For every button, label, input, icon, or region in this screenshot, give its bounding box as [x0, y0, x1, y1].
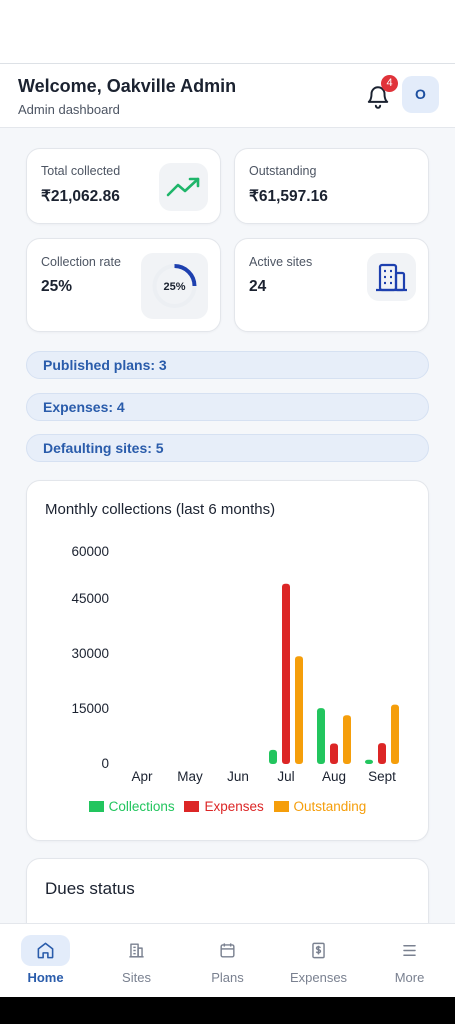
legend-label: Collections [108, 799, 175, 814]
active-sites-value: 24 [249, 278, 267, 295]
building-icon [129, 943, 144, 958]
outstanding-card: Outstanding ₹61,597.16 [234, 148, 429, 224]
x-tick-label: Apr [131, 769, 153, 784]
x-tick-label: Jul [277, 769, 295, 784]
nav-item-more[interactable]: More [364, 924, 455, 998]
calendar-icon [220, 943, 235, 958]
nav-sites-icon-wrap [112, 935, 161, 966]
collection-rate-label: Collection rate [41, 255, 121, 269]
total-collected-card: Total collected ₹21,062.86 [26, 148, 221, 224]
bar-outstanding-aug[interactable] [343, 715, 351, 764]
nav-label: Expenses [289, 970, 348, 985]
legend-label: Outstanding [293, 799, 367, 814]
notification-badge: 4 [381, 75, 398, 92]
legend-swatch [88, 801, 104, 812]
total-collected-value: ₹21,062.86 [41, 188, 120, 205]
bottom-navigation: Home Sites Plans Expenses More [0, 923, 455, 997]
bar-collections-jul[interactable] [269, 749, 277, 764]
menu-icon [403, 945, 416, 956]
building-icon-box [367, 253, 416, 301]
trending-up-icon-box [159, 163, 208, 211]
top-blank-area [0, 0, 455, 64]
progress-ring-box: 25% [141, 253, 208, 319]
defaulting-sites-pill[interactable]: Defaulting sites: 5 [26, 434, 429, 462]
monthly-collections-card: Monthly collections (last 6 months) 6000… [26, 480, 429, 841]
x-tick-label: May [177, 769, 203, 784]
published-plans-pill[interactable]: Published plans: 3 [26, 351, 429, 379]
app-header: Welcome, Oakville Admin Admin dashboard [0, 64, 455, 128]
bar-outstanding-sept[interactable] [391, 704, 399, 764]
page-title: Welcome, Oakville Admin [18, 76, 237, 96]
expenses-pill[interactable]: Expenses: 4 [26, 393, 429, 421]
dollar-receipt-icon [312, 942, 325, 959]
page-subtitle: Admin dashboard [18, 102, 120, 117]
chart-legend: Collections Expenses Outstanding [27, 799, 428, 814]
collection-rate-card: Collection rate 25% 25% [26, 238, 221, 332]
nav-label: More [394, 970, 425, 985]
bar-chart-plot [269, 583, 399, 764]
active-sites-card: Active sites 24 [234, 238, 429, 332]
legend-item-outstanding[interactable]: Outstanding [273, 799, 367, 814]
bar-outstanding-jul[interactable] [295, 656, 303, 764]
active-sites-label: Active sites [249, 255, 313, 269]
nav-more-icon-wrap [385, 935, 434, 966]
bar-collections-aug[interactable] [317, 708, 325, 764]
outstanding-label: Outstanding [249, 164, 317, 178]
home-icon [37, 942, 54, 959]
bar-expenses-sept[interactable] [378, 743, 386, 764]
collection-rate-value: 25% [41, 278, 73, 295]
progress-ring-label: 25% [163, 281, 185, 293]
nav-item-sites[interactable]: Sites [91, 924, 182, 998]
bar-collections-sept[interactable] [365, 759, 373, 764]
x-tick-label: Jun [227, 769, 249, 784]
progress-ring: 25% [152, 264, 197, 308]
trending-up-icon [166, 177, 200, 197]
x-tick-label: Aug [321, 769, 347, 784]
nav-item-plans[interactable]: Plans [182, 924, 273, 998]
nav-plans-icon-wrap [203, 935, 252, 966]
outstanding-value: ₹61,597.16 [249, 188, 328, 205]
nav-home-icon-wrap [21, 935, 70, 966]
legend-item-collections[interactable]: Collections [88, 799, 175, 814]
legend-item-expenses[interactable]: Expenses [184, 799, 264, 814]
x-tick-label: Sept [368, 769, 396, 784]
legend-swatch [273, 801, 289, 812]
dues-status-title: Dues status [45, 879, 135, 898]
system-navigation-bar [0, 997, 455, 1024]
nav-item-home[interactable]: Home [0, 924, 91, 998]
legend-label: Expenses [204, 799, 264, 814]
bar-expenses-jul[interactable] [282, 583, 290, 764]
building-icon [376, 263, 407, 292]
nav-item-expenses[interactable]: Expenses [273, 924, 364, 998]
bar-expenses-aug[interactable] [330, 743, 338, 764]
nav-label: Home [27, 970, 64, 985]
avatar[interactable]: O [402, 76, 439, 113]
legend-swatch [184, 801, 200, 812]
nav-expenses-icon-wrap [294, 935, 343, 966]
nav-label: Plans [211, 970, 244, 985]
total-collected-label: Total collected [41, 164, 121, 178]
nav-label: Sites [122, 970, 151, 985]
